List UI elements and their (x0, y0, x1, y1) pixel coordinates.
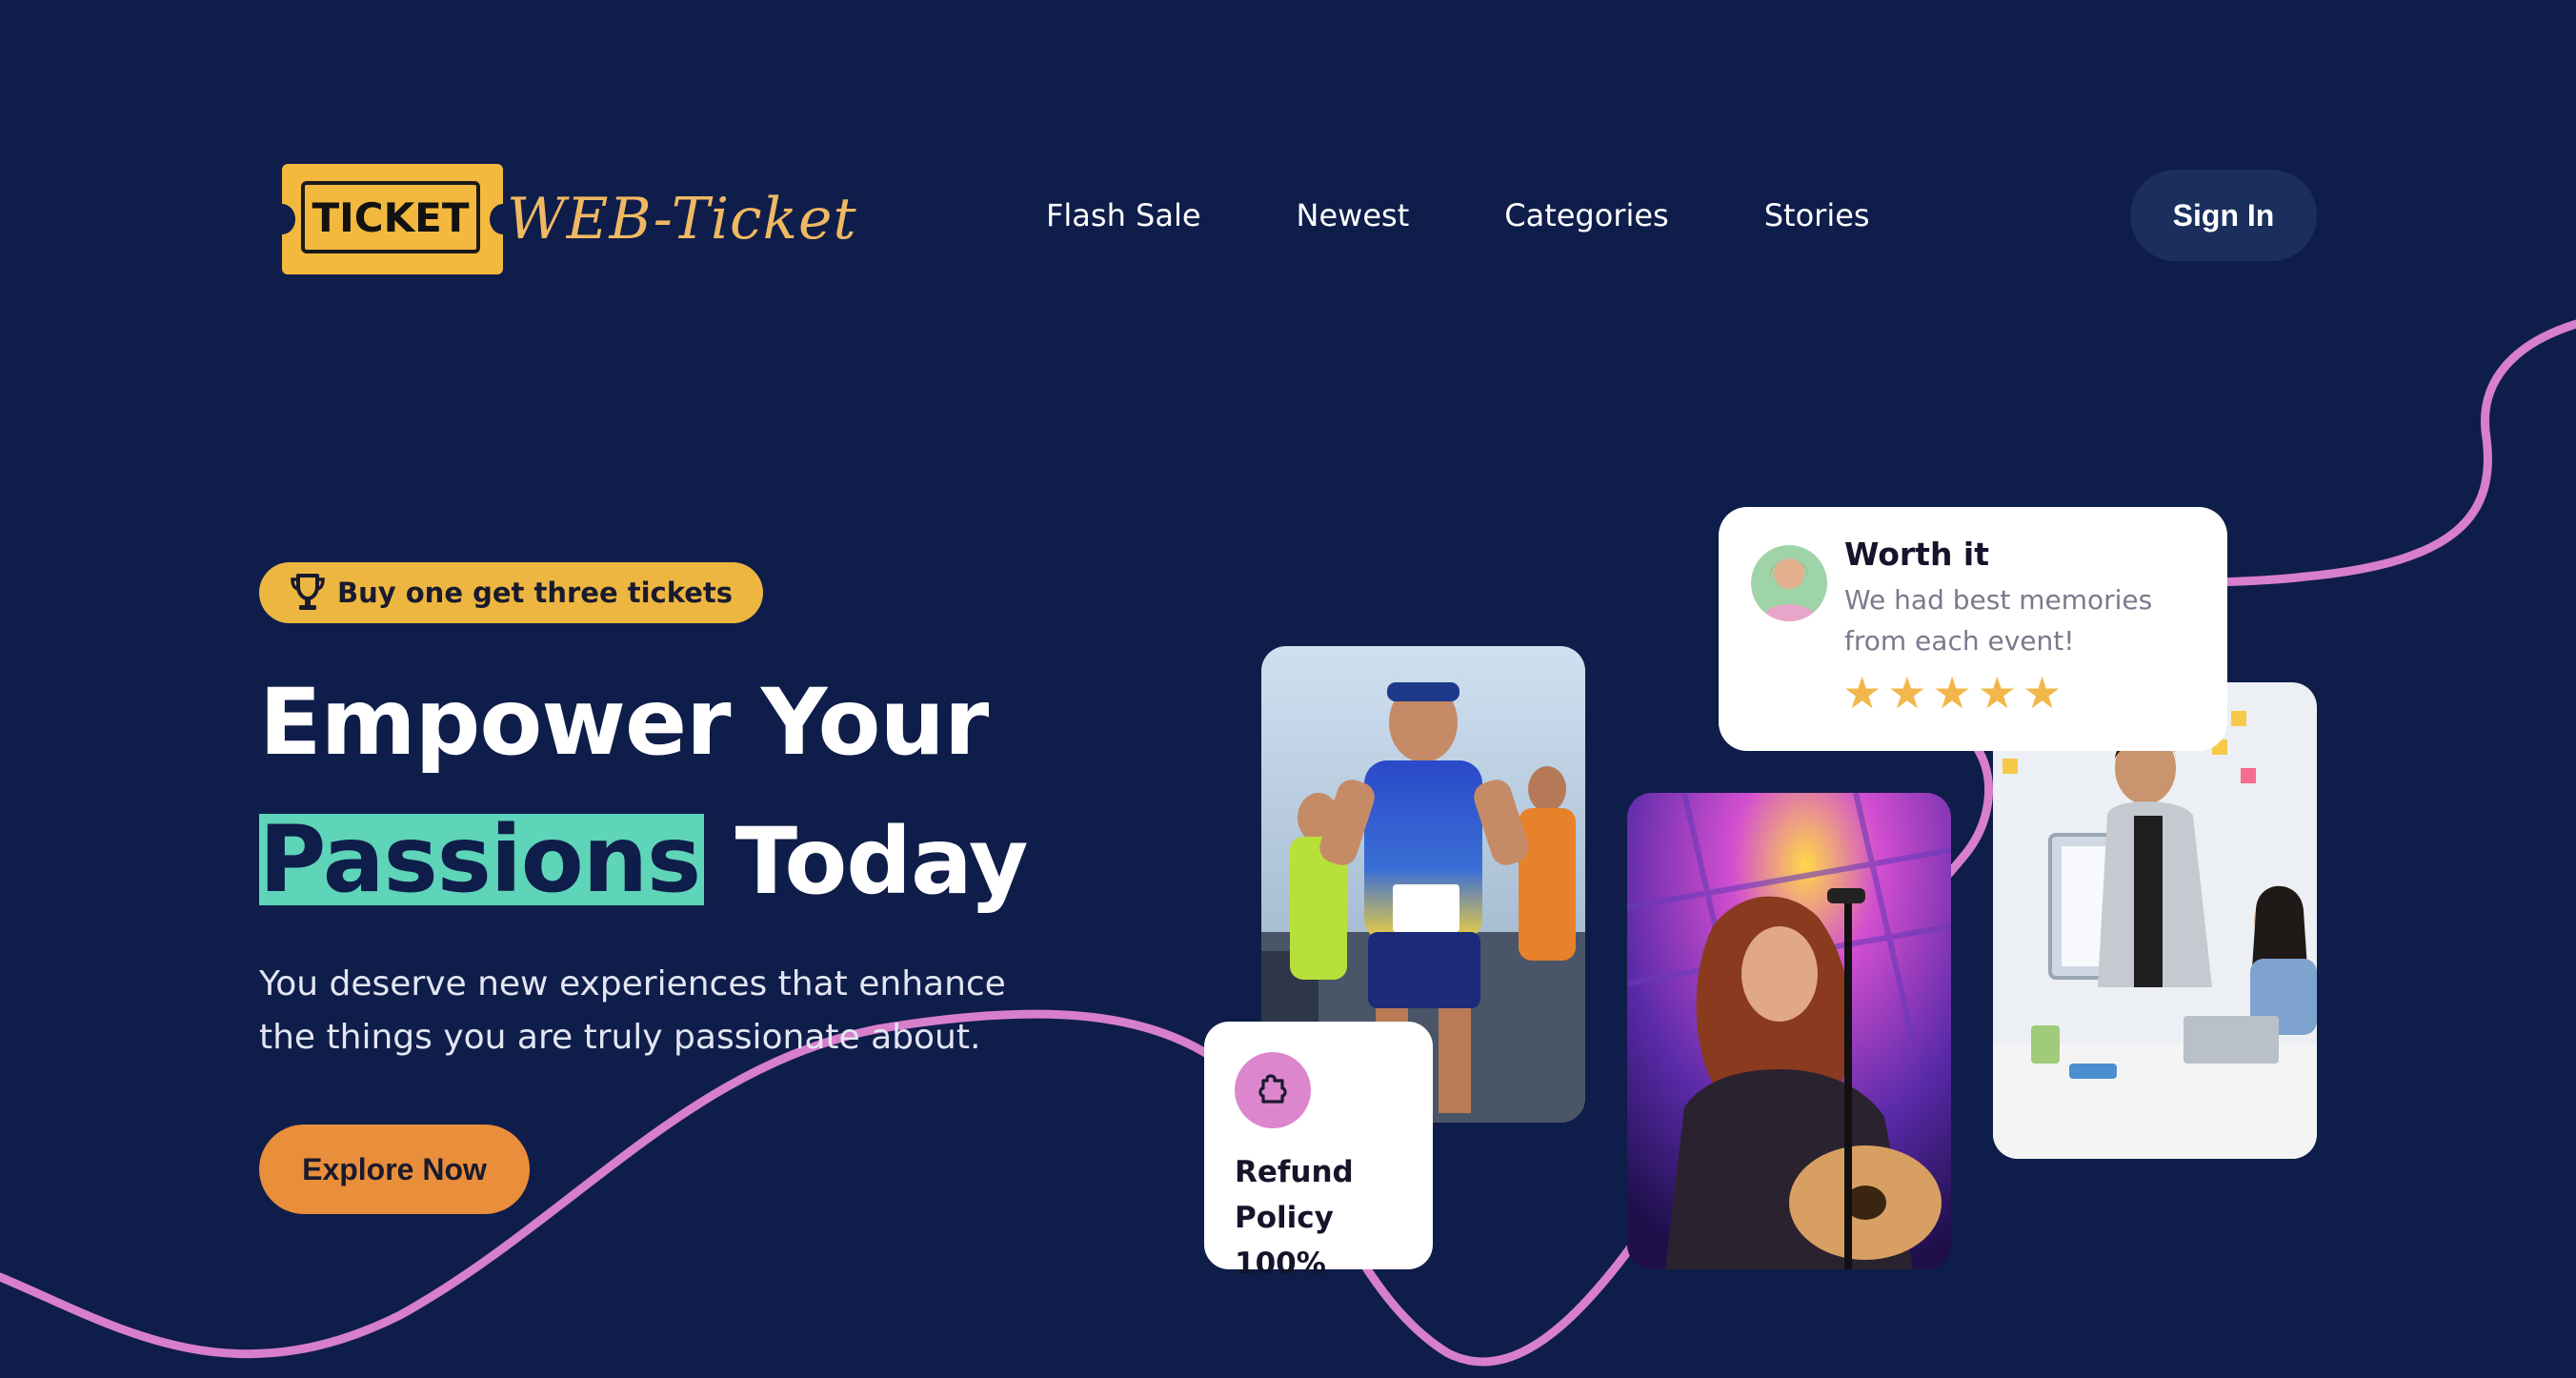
star-icon: ★ (2023, 667, 2063, 719)
nav-newest[interactable]: Newest (1297, 191, 1410, 240)
refund-policy-text: Refund Policy 100% (1235, 1155, 1354, 1281)
refund-policy-card: Refund Policy 100% (1204, 1022, 1433, 1281)
nav-categories[interactable]: Categories (1504, 191, 1668, 240)
reviewer-avatar (1751, 545, 1827, 621)
star-icon: ★ (1932, 667, 1972, 719)
star-icon: ★ (1887, 667, 1927, 719)
concert-photo (1627, 793, 1951, 1269)
headline-line-1: Empower Your (259, 669, 989, 776)
star-icon: ★ (1842, 667, 1882, 719)
nav-stories[interactable]: Stories (1764, 191, 1870, 240)
headline-line-2: Passions Today (259, 806, 1029, 917)
sign-in-button[interactable]: Sign In (2130, 170, 2317, 261)
review-title: Worth it (1844, 536, 1990, 573)
brand-script-name: WEB-Ticket (507, 186, 857, 253)
trophy-icon (291, 574, 325, 610)
ticket-logo-label: TICKET (301, 181, 480, 253)
ticket-logo-badge: TICKET (269, 164, 516, 274)
review-card: Worth it We had best memories from each … (1719, 507, 2227, 751)
star-icon: ★ (1977, 667, 2017, 719)
brand-logo[interactable]: TICKET WEB-Ticket (269, 164, 856, 274)
review-body: We had best memories from each event! (1844, 584, 2153, 657)
headline-highlight: Passions (259, 814, 705, 905)
main-nav: Flash Sale Newest Categories Stories (1046, 191, 1870, 240)
puzzle-icon (1235, 1052, 1311, 1128)
promo-text: Buy one get three tickets (337, 577, 734, 609)
hero-subtitle: You deserve new experiences that enhance… (259, 964, 1006, 1057)
headline-rest: Today (735, 808, 1029, 915)
office-meeting-photo (1993, 682, 2317, 1159)
nav-flash-sale[interactable]: Flash Sale (1046, 191, 1201, 240)
explore-now-button[interactable]: Explore Now (259, 1125, 530, 1214)
review-stars: ★ ★ ★ ★ ★ (1842, 671, 2062, 715)
promo-badge: Buy one get three tickets (259, 562, 764, 623)
